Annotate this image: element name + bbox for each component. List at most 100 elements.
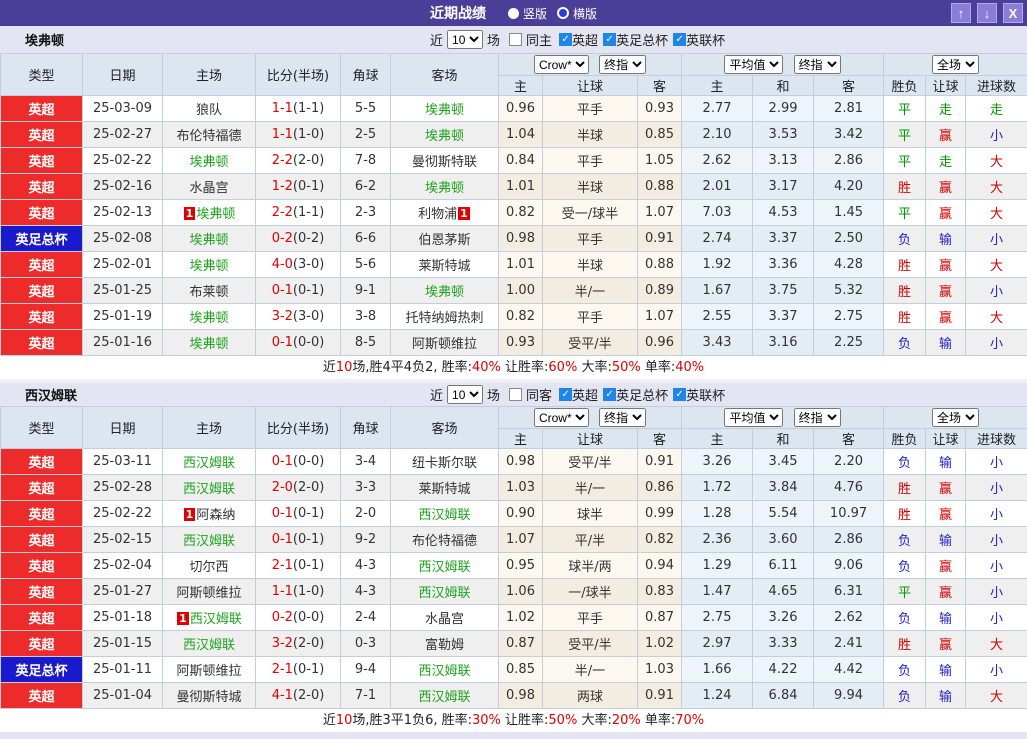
team-label: 西汉姆联 (418, 508, 470, 523)
corner-score: 4-3 (341, 553, 391, 579)
league-type-cell: 英超 (1, 579, 83, 605)
match-date: 25-01-15 (83, 631, 163, 657)
team-label: 埃弗顿 (189, 233, 228, 248)
odds-time-select[interactable]: 终指 (599, 408, 646, 427)
summary-stat: 70% (675, 713, 704, 728)
odds-handicap: 平手 (543, 148, 638, 174)
match-row: 英超 25-01-15 西汉姆联 3-2(2-0) 0-3 富勒姆 0.87 受… (1, 631, 1027, 657)
team-label: 水晶宫 (189, 181, 228, 196)
avg-draw: 3.53 (753, 122, 814, 148)
summary-line: 近10场,胜4平4负2, 胜率:40% 让胜率:60% 大率:50% 单率:40… (0, 356, 1027, 379)
result-goals: 小 (966, 553, 1027, 579)
match-row: 英超 25-01-18 1西汉姆联 0-2(0-0) 2-4 水晶宫 1.02 … (1, 605, 1027, 631)
home-team: 埃弗顿 (163, 252, 256, 278)
filter-bar: 近 10 场 同客 ✓英超✓英足总杯✓英联杯 (428, 383, 725, 406)
home-team: 埃弗顿 (163, 304, 256, 330)
same-venue-checkbox[interactable] (509, 388, 522, 401)
avg-home: 1.92 (682, 252, 753, 278)
same-venue-checkbox[interactable] (509, 33, 522, 46)
league-checkbox[interactable]: ✓ (603, 388, 616, 401)
layout-radio-horizontal[interactable]: 横版 (557, 5, 597, 22)
away-team: 水晶宫 (391, 605, 499, 631)
odds-source-select[interactable]: Crow* (534, 55, 589, 74)
league-checkbox[interactable]: ✓ (559, 388, 572, 401)
odds-away: 0.88 (638, 252, 682, 278)
result-wdl: 负 (884, 449, 926, 475)
results-body: 英超 25-03-09 狼队 1-1(1-1) 5-5 埃弗顿 0.96 平手 … (1, 96, 1027, 356)
results-body: 英超 25-03-11 西汉姆联 0-1(0-0) 3-4 纽卡斯尔联 0.98… (1, 449, 1027, 709)
home-team: 切尔西 (163, 553, 256, 579)
scroll-down-button[interactable]: ↓ (977, 3, 997, 23)
result-handicap: 赢 (926, 174, 966, 200)
league-type-cell: 英超 (1, 304, 83, 330)
corner-score: 9-2 (341, 527, 391, 553)
summary-stat: 50% (612, 360, 641, 375)
team-label: 伯恩茅斯 (418, 233, 470, 248)
avg-time-select[interactable]: 终指 (794, 55, 841, 74)
results-table: 类型 日期 主场 比分(半场) 角球 客场 Crow* 终指 平均值 终指 (0, 406, 1027, 709)
col-res-handicap: 让球 (926, 76, 966, 96)
full-score: 0-1 (272, 506, 293, 521)
result-wdl: 负 (884, 527, 926, 553)
odds-away: 0.86 (638, 475, 682, 501)
col-res-handicap: 让球 (926, 429, 966, 449)
close-icon: X (1009, 6, 1018, 21)
away-team: 埃弗顿 (391, 96, 499, 122)
col-date: 日期 (83, 407, 163, 449)
odds-home: 0.96 (499, 96, 543, 122)
score-cell: 3-2(2-0) (256, 631, 341, 657)
corner-score: 2-3 (341, 200, 391, 226)
result-goals: 小 (966, 226, 1027, 252)
half-score: (3-0) (293, 309, 324, 324)
result-wdl: 胜 (884, 475, 926, 501)
home-team: 1阿森纳 (163, 501, 256, 527)
avg-source-select[interactable]: 平均值 (724, 408, 783, 427)
avg-draw: 4.22 (753, 657, 814, 683)
half-score: (0-1) (293, 532, 324, 547)
odds-handicap: 受平/半 (543, 330, 638, 356)
close-button[interactable]: X (1003, 3, 1023, 23)
odds-group-header: Crow* 终指 (499, 54, 682, 76)
league-checkbox[interactable]: ✓ (673, 388, 686, 401)
away-team: 利物浦1 (391, 200, 499, 226)
odds-away: 0.87 (638, 605, 682, 631)
score-cell: 1-1(1-0) (256, 579, 341, 605)
league-checkbox[interactable]: ✓ (603, 33, 616, 46)
league-type-cell: 英足总杯 (1, 226, 83, 252)
summary-stat: 50% (548, 713, 577, 728)
away-team: 埃弗顿 (391, 174, 499, 200)
col-away: 客场 (391, 407, 499, 449)
avg-time-select[interactable]: 终指 (794, 408, 841, 427)
match-date: 25-01-25 (83, 278, 163, 304)
result-goals: 大 (966, 148, 1027, 174)
corner-score: 5-6 (341, 252, 391, 278)
full-score: 2-2 (272, 153, 293, 168)
scope-select[interactable]: 全场 (932, 55, 979, 74)
league-checkbox[interactable]: ✓ (559, 33, 572, 46)
match-count-select[interactable]: 10 (447, 30, 483, 49)
corner-score: 2-5 (341, 122, 391, 148)
col-score: 比分(半场) (256, 407, 341, 449)
odds-away: 0.89 (638, 278, 682, 304)
avg-source-select[interactable]: 平均值 (724, 55, 783, 74)
summary-stat: 40% (675, 360, 704, 375)
layout-radio-vertical[interactable]: 竖版 (508, 5, 547, 22)
avg-draw: 3.33 (753, 631, 814, 657)
odds-handicap: 受平/半 (543, 631, 638, 657)
odds-source-select[interactable]: Crow* (534, 408, 589, 427)
match-row: 英超 25-02-13 1埃弗顿 2-2(1-1) 2-3 利物浦1 0.82 … (1, 200, 1027, 226)
results-table: 类型 日期 主场 比分(半场) 角球 客场 Crow* 终指 平均值 终指 (0, 53, 1027, 356)
summary-text: 场,胜3平1负6, 胜率: (352, 713, 472, 728)
corner-score: 3-4 (341, 449, 391, 475)
scroll-up-button[interactable]: ↑ (951, 3, 971, 23)
result-goals: 大 (966, 631, 1027, 657)
odds-time-select[interactable]: 终指 (599, 55, 646, 74)
match-count-select[interactable]: 10 (447, 385, 483, 404)
scope-select[interactable]: 全场 (932, 408, 979, 427)
league-type-cell: 英超 (1, 330, 83, 356)
league-checkbox[interactable]: ✓ (673, 33, 686, 46)
result-wdl: 平 (884, 122, 926, 148)
avg-home: 2.77 (682, 96, 753, 122)
away-team: 莱斯特城 (391, 475, 499, 501)
odds-away: 1.07 (638, 200, 682, 226)
